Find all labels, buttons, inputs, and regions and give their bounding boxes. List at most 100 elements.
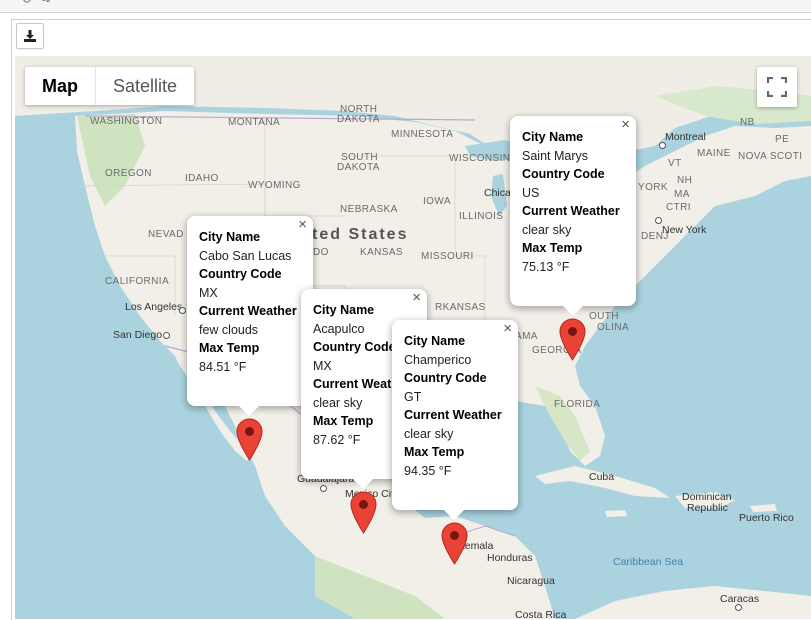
label-do: DO bbox=[313, 247, 329, 258]
label-chicago: Chica bbox=[484, 187, 511, 199]
label-massachusetts: MA bbox=[674, 189, 690, 200]
close-icon[interactable]: × bbox=[298, 216, 307, 233]
label-iowa: IOWA bbox=[423, 196, 451, 207]
label-idaho: IDAHO bbox=[185, 173, 219, 184]
info-weather-key: Current Weather bbox=[199, 304, 297, 318]
info-city-key: City Name bbox=[313, 303, 375, 317]
info-temp-key: Max Temp bbox=[522, 241, 583, 255]
city-dot-los-angeles bbox=[179, 307, 186, 314]
label-puerto-rico: Puerto Rico bbox=[739, 512, 794, 524]
map-marker-icon[interactable] bbox=[441, 522, 468, 565]
label-new-hampshire: NH bbox=[677, 175, 693, 186]
info-country-key: Country Code bbox=[404, 371, 487, 385]
label-united-states: ted States bbox=[312, 226, 409, 243]
download-button[interactable] bbox=[16, 23, 44, 49]
label-san-diego: San Diego bbox=[113, 329, 163, 341]
info-temp-key: Max Temp bbox=[199, 341, 260, 355]
info-window: × City Name Cabo San Lucas Country Code … bbox=[187, 216, 313, 416]
info-country-value: US bbox=[522, 185, 540, 200]
city-dot-caracas bbox=[735, 604, 742, 611]
info-temp-value: 94.35 °F bbox=[404, 463, 452, 478]
label-montana: MONTANA bbox=[228, 117, 281, 128]
label-washington: WASHINGTON bbox=[90, 116, 163, 127]
label-oregon: OREGON bbox=[105, 168, 152, 179]
top-strip: ⚙ ᴸᵍ bbox=[0, 0, 811, 13]
label-dominican-2: Republic bbox=[687, 502, 728, 514]
download-icon bbox=[24, 30, 36, 42]
info-temp-value: 75.13 °F bbox=[522, 259, 570, 274]
label-missouri: MISSOURI bbox=[421, 251, 474, 262]
label-florida: FLORIDA bbox=[554, 399, 601, 410]
label-california: CALIFORNIA bbox=[105, 276, 170, 287]
label-caribbean-sea: Caribbean Sea bbox=[613, 556, 684, 568]
info-weather-value: clear sky bbox=[522, 222, 572, 237]
label-alabama: AMA bbox=[515, 331, 538, 342]
label-nebraska: NEBRASKA bbox=[340, 204, 398, 215]
label-cuba: Cuba bbox=[589, 471, 615, 483]
label-kansas: KANSAS bbox=[360, 247, 403, 258]
info-window-tail bbox=[239, 406, 259, 416]
info-window-tail bbox=[444, 510, 464, 520]
map-marker-icon[interactable] bbox=[236, 418, 263, 461]
label-connecticut: CTRI bbox=[666, 202, 691, 213]
label-illinois: ILLINOIS bbox=[459, 211, 504, 222]
info-window-tail bbox=[563, 306, 583, 316]
info-window-tail bbox=[353, 479, 373, 489]
label-new-york-city: New York bbox=[662, 224, 707, 236]
label-south-dakota-2: DAKOTA bbox=[337, 162, 380, 173]
info-city-key: City Name bbox=[404, 334, 466, 348]
label-new-brunswick: NB bbox=[740, 117, 755, 128]
city-dot-san-diego bbox=[163, 332, 170, 339]
map-marker-icon[interactable] bbox=[350, 491, 377, 534]
info-weather-key: Current Weather bbox=[404, 408, 502, 422]
close-icon[interactable]: × bbox=[503, 320, 512, 337]
label-north-dakota-2: DAKOTA bbox=[337, 114, 380, 125]
label-nova-scotia: NOVA SCOTI bbox=[738, 151, 803, 162]
city-dot-montreal bbox=[659, 142, 666, 149]
info-country-value: GT bbox=[404, 389, 422, 404]
close-icon[interactable]: × bbox=[412, 289, 421, 306]
info-city-key: City Name bbox=[522, 130, 584, 144]
label-nicaragua: Nicaragua bbox=[507, 575, 555, 587]
label-new-york-state: YORK bbox=[638, 182, 668, 193]
info-country-key: Country Code bbox=[522, 167, 605, 181]
label-minnesota: MINNESOTA bbox=[391, 129, 454, 140]
info-temp-key: Max Temp bbox=[404, 445, 465, 459]
label-arkansas: RKANSAS bbox=[435, 302, 486, 313]
label-montreal: Montreal bbox=[665, 131, 706, 143]
top-strip-text: ᴸᵍ bbox=[42, 0, 51, 6]
label-south-carolina: OUTH bbox=[589, 311, 619, 322]
label-honduras: Honduras bbox=[487, 552, 533, 564]
city-dot-new-york bbox=[655, 217, 662, 224]
label-pe: PE bbox=[775, 134, 790, 145]
label-wyoming: WYOMING bbox=[248, 180, 301, 191]
map-type-map-button[interactable]: Map bbox=[25, 67, 95, 105]
gear-icon: ⚙ bbox=[22, 0, 32, 6]
label-maine: MAINE bbox=[697, 148, 731, 159]
info-window: × City Name Champerico Country Code GT C… bbox=[392, 320, 518, 520]
info-country-value: MX bbox=[199, 285, 218, 300]
fullscreen-icon bbox=[767, 77, 787, 97]
info-country-key: Country Code bbox=[199, 267, 282, 281]
info-weather-key: Current Weather bbox=[522, 204, 620, 218]
close-icon[interactable]: × bbox=[621, 116, 630, 133]
label-costa-rica: Costa Rica bbox=[515, 609, 567, 619]
info-city-key: City Name bbox=[199, 230, 261, 244]
info-city-value: Saint Marys bbox=[522, 148, 588, 163]
label-nevada: NEVAD bbox=[148, 229, 184, 240]
label-wisconsin: WISCONSIN bbox=[449, 153, 511, 164]
map-type-satellite-button[interactable]: Satellite bbox=[95, 67, 194, 105]
info-temp-value: 84.51 °F bbox=[199, 359, 247, 374]
fullscreen-button[interactable] bbox=[757, 67, 797, 107]
info-weather-value: clear sky bbox=[404, 426, 454, 441]
info-weather-value: few clouds bbox=[199, 322, 259, 337]
map-type-control: Map Satellite bbox=[25, 67, 195, 105]
map-marker-icon[interactable] bbox=[559, 318, 586, 361]
label-vermont: VT bbox=[668, 158, 682, 169]
city-dot-guadalajara bbox=[320, 485, 327, 492]
label-los-angeles: Los Angeles bbox=[125, 301, 183, 313]
info-city-value: Cabo San Lucas bbox=[199, 248, 292, 263]
label-carolina: OLINA bbox=[597, 322, 630, 333]
info-city-value: Champerico bbox=[404, 352, 472, 367]
info-window: × City Name Saint Marys Country Code US … bbox=[510, 116, 636, 316]
